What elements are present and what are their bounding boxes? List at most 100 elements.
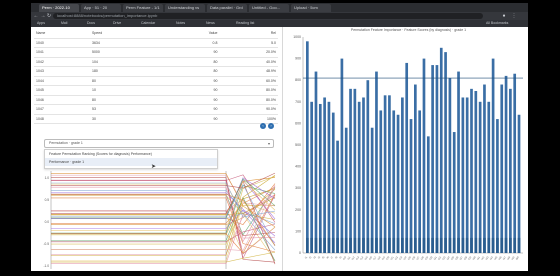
bar — [401, 237, 404, 253]
feature-select[interactable]: Permutation · grade 1 ▾ — [44, 139, 274, 148]
pc-tick-label: 0.5 — [45, 198, 50, 202]
pc-tick-label: 1.0 — [45, 176, 50, 180]
bar — [323, 97, 326, 253]
table-cell — [149, 104, 167, 115]
table-cell: 90 — [166, 95, 220, 105]
bookmark-0[interactable]: Apps — [37, 21, 45, 26]
bar — [474, 237, 478, 253]
bar — [318, 103, 322, 254]
bar — [418, 237, 421, 253]
bar — [409, 119, 413, 253]
chevron-down-icon: ▾ — [267, 141, 270, 146]
table-cell: 104 — [90, 57, 150, 67]
bar — [448, 78, 452, 253]
tab-0[interactable]: Perm · 2022-10 — [39, 4, 79, 12]
bookmark-5[interactable]: Notes — [176, 21, 185, 26]
notebook-content: Name Speed Value Rel 1040 3634 0.8 5.0 1041 5… — [31, 27, 528, 271]
bar — [370, 237, 374, 253]
table-row: 1042 104 80 40.0% — [34, 57, 278, 67]
bar — [504, 75, 508, 253]
table-cell: 60.0% — [219, 76, 278, 86]
table-cell: 90 — [166, 47, 220, 58]
table-cell: 80 — [166, 57, 220, 67]
bar — [370, 127, 374, 253]
bar — [405, 237, 409, 253]
dropdown-option[interactable]: Feature Permutation Ranking (Scores for … — [45, 150, 217, 158]
bar — [331, 237, 335, 253]
bar — [401, 97, 404, 253]
dropdown-option[interactable]: Performance · grade 1 — [45, 158, 217, 166]
table-cell: 0.8 — [166, 38, 220, 48]
tab-3[interactable]: Understanding vs — [165, 4, 205, 12]
bar — [344, 127, 348, 253]
parallel-coordinates-plot: 1.0 0.5 0.0 -0.5 -1.0 — [44, 171, 276, 269]
x-tick-label: f8 — [334, 255, 339, 259]
col-header: Speed — [90, 29, 150, 39]
bookmark-1[interactable]: Mail — [61, 21, 67, 26]
table-row: 1041 5000 90 20.0% — [34, 47, 278, 58]
bar — [504, 237, 508, 253]
table-header-row: Name Speed Value Rel — [34, 29, 278, 39]
bookmark-6[interactable]: News — [206, 21, 215, 26]
prev-page-button[interactable]: ‹ — [260, 123, 266, 129]
pane-divider[interactable] — [282, 27, 283, 271]
bookmark-2[interactable]: Docs — [87, 21, 95, 26]
table-cell: 53 — [90, 104, 150, 115]
bar — [513, 73, 517, 253]
bar — [388, 95, 391, 253]
bar — [496, 119, 499, 253]
bookmark-7[interactable]: Reading list — [236, 21, 254, 26]
bar — [379, 237, 383, 253]
bar — [396, 237, 400, 253]
bookmark-3[interactable]: Drive — [113, 21, 121, 26]
bar — [327, 101, 331, 253]
next-page-button[interactable]: › — [268, 123, 274, 129]
bar — [457, 237, 460, 253]
bar — [517, 237, 521, 253]
table-cell: 100% — [219, 114, 278, 124]
bar — [323, 237, 326, 253]
table-cell: 48.9% — [219, 66, 278, 77]
bar — [314, 71, 318, 253]
tab-5[interactable]: Untitled - Goo... — [249, 4, 289, 12]
bar — [388, 237, 391, 253]
bar — [353, 88, 357, 253]
table-cell: 5.0 — [219, 38, 278, 48]
bar — [448, 237, 452, 253]
url-input[interactable]: localhost:8888/notebooks/permutation_imp… — [53, 13, 483, 19]
reload-icon[interactable]: ↻ — [46, 13, 52, 19]
bar — [487, 237, 491, 253]
bar — [405, 62, 409, 253]
table-cell: 1045 — [34, 85, 91, 96]
menu-icon[interactable]: ⋮ — [511, 13, 517, 19]
back-icon[interactable]: ← — [33, 13, 39, 19]
table-cell — [149, 38, 167, 48]
table-cell — [149, 76, 167, 86]
x-tick-label: f4 — [317, 255, 322, 259]
tab-4[interactable]: Data parallel · Grd — [207, 4, 247, 12]
bookmark-4[interactable]: Calendar — [141, 21, 155, 26]
bar — [366, 80, 370, 253]
profile-icon[interactable]: ● — [501, 13, 507, 19]
bar — [414, 237, 417, 253]
bar — [444, 52, 447, 254]
bar — [375, 237, 378, 253]
pc-line — [51, 194, 276, 264]
tab-2[interactable]: Perm Feature - 1/1 — [123, 4, 163, 12]
bar — [483, 237, 486, 253]
table-cell: 1041 — [34, 47, 91, 58]
bar — [431, 65, 434, 253]
bar — [362, 237, 365, 253]
y-tick-label: 500 — [295, 143, 301, 147]
x-tick-label: f7 — [330, 255, 335, 259]
right-pane: Permutation Feature Importance · Feature… — [289, 27, 528, 271]
table-row: 1040 3634 0.8 5.0 — [34, 38, 278, 48]
bar — [465, 97, 469, 253]
table-row: 1048 30 90 100% — [34, 114, 278, 124]
all-bookmarks[interactable]: All Bookmarks — [486, 21, 508, 26]
address-bar-row: ← → ↻ localhost:8888/notebooks/permutati… — [31, 12, 528, 20]
bar — [349, 88, 352, 253]
tab-1[interactable]: App · 51 · 20 — [81, 4, 121, 12]
tab-6[interactable]: Upload · 5cm — [291, 4, 331, 12]
table-cell: 90.0% — [219, 104, 278, 115]
